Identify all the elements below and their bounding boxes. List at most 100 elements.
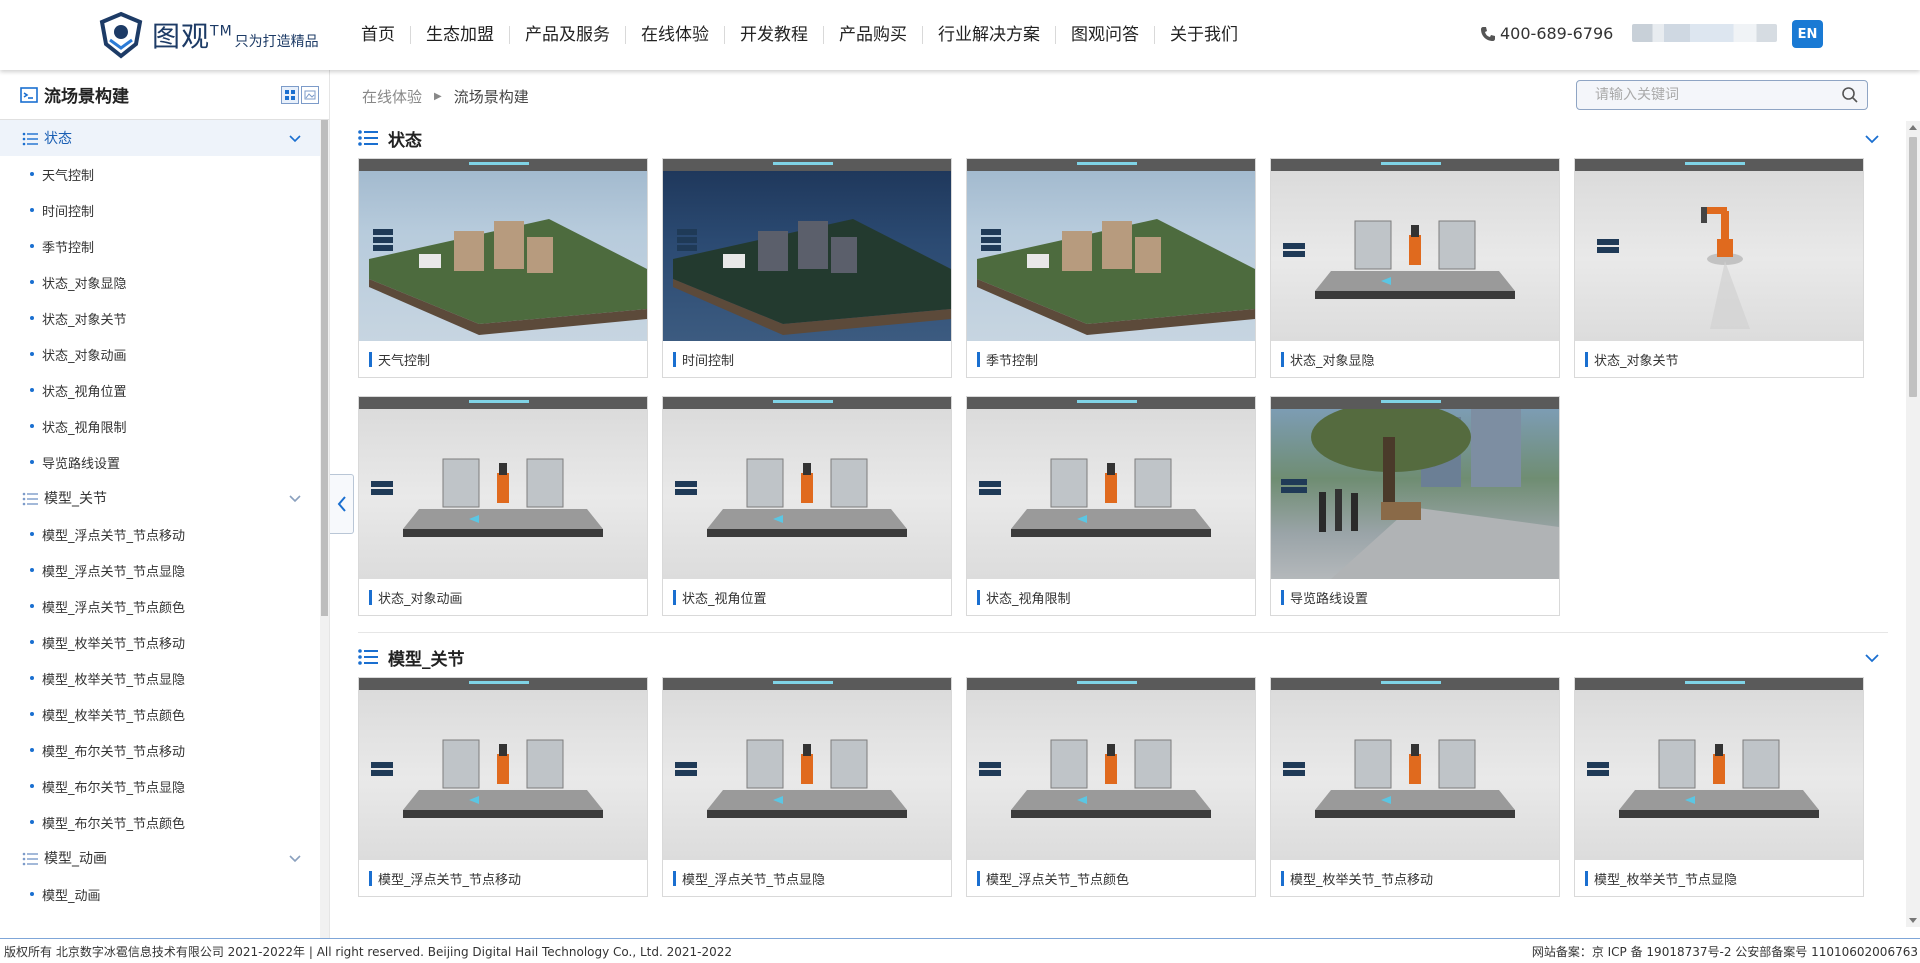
scroll-up-icon[interactable] [1909,125,1917,130]
card-label[interactable]: 模型_浮点关节_节点显隐 [663,860,951,896]
sidebar-item[interactable]: 模型_枚举关节_节点移动 [0,624,320,660]
sidebar-group[interactable]: 状态 [0,120,320,156]
example-card[interactable]: 模型_枚举关节_节点移动 [1270,677,1560,897]
card-label[interactable]: 状态_对象关节 [1575,341,1863,377]
sidebar-item[interactable]: 状态_对象关节 [0,300,320,336]
card-thumbnail[interactable] [663,678,951,860]
card-label[interactable]: 导览路线设置 [1271,579,1559,615]
example-card[interactable]: 时间控制 [662,158,952,378]
chevron-down-icon[interactable] [288,491,302,505]
logo[interactable]: 图观TM 只为打造精品 [96,10,319,60]
sidebar-item[interactable]: 模型_布尔关节_节点颜色 [0,804,320,840]
card-thumbnail[interactable] [663,397,951,579]
sidebar-item[interactable]: 状态_对象显隐 [0,264,320,300]
card-label[interactable]: 模型_枚举关节_节点显隐 [1575,860,1863,896]
card-label[interactable]: 模型_枚举关节_节点移动 [1271,860,1559,896]
sidebar-item[interactable]: 时间控制 [0,192,320,228]
breadcrumb: 在线体验 ▶ 流场景构建 [362,86,529,107]
nav-item-5[interactable]: 产品购买 [824,26,923,44]
sidebar-item[interactable]: 模型_浮点关节_节点颜色 [0,588,320,624]
card-label[interactable]: 时间控制 [663,341,951,377]
sidebar-item[interactable]: 模型_布尔关节_节点显隐 [0,768,320,804]
nav-item-8[interactable]: 关于我们 [1155,26,1253,44]
card-thumbnail[interactable] [1271,678,1559,860]
example-card[interactable]: 状态_对象显隐 [1270,158,1560,378]
card-label[interactable]: 模型_浮点关节_节点移动 [359,860,647,896]
nav-item-1[interactable]: 生态加盟 [411,26,510,44]
card-thumbnail[interactable] [663,159,951,341]
section-header[interactable]: 模型_关节 [358,637,1888,677]
chevron-down-icon[interactable] [288,131,302,145]
sidebar-scrollbar[interactable] [320,120,329,938]
image-view-button[interactable] [301,86,319,104]
card-label[interactable]: 天气控制 [359,341,647,377]
card-label[interactable]: 状态_视角位置 [663,579,951,615]
sidebar-item[interactable]: 模型_浮点关节_节点显隐 [0,552,320,588]
example-card[interactable]: 导览路线设置 [1270,396,1560,616]
card-thumbnail[interactable] [967,159,1255,341]
thumbnail-title-bar [967,159,1255,171]
nav-item-0[interactable]: 首页 [346,26,411,44]
example-card[interactable]: 状态_视角位置 [662,396,952,616]
sidebar-item[interactable]: 导览路线设置 [0,444,320,480]
card-thumbnail[interactable] [967,678,1255,860]
bullet-icon [30,604,34,608]
card-label[interactable]: 模型_浮点关节_节点颜色 [967,860,1255,896]
user-account-area[interactable] [1632,24,1777,42]
card-thumbnail[interactable] [359,678,647,860]
sidebar-item[interactable]: 状态_视角限制 [0,408,320,444]
card-label[interactable]: 状态_对象动画 [359,579,647,615]
sidebar-item[interactable]: 模型_浮点关节_节点移动 [0,516,320,552]
card-thumbnail[interactable] [1575,678,1863,860]
example-card[interactable]: 模型_浮点关节_节点显隐 [662,677,952,897]
card-label[interactable]: 状态_视角限制 [967,579,1255,615]
breadcrumb-parent[interactable]: 在线体验 [362,86,422,107]
sidebar-item[interactable]: 天气控制 [0,156,320,192]
card-thumbnail[interactable] [1575,159,1863,341]
example-card[interactable]: 天气控制 [358,158,648,378]
sidebar-item[interactable]: 模型_布尔关节_节点移动 [0,732,320,768]
bullet-icon [30,424,34,428]
chevron-down-icon[interactable] [288,851,302,865]
card-label[interactable]: 季节控制 [967,341,1255,377]
section-header[interactable]: 状态 [358,118,1888,158]
sidebar-group[interactable]: 模型_动画 [0,840,320,876]
grid-view-button[interactable] [281,86,299,104]
language-en-button[interactable]: EN [1792,20,1823,48]
sidebar-item[interactable]: 状态_对象动画 [0,336,320,372]
sidebar-item[interactable]: 模型_枚举关节_节点颜色 [0,696,320,732]
example-card[interactable]: 模型_枚举关节_节点显隐 [1574,677,1864,897]
sidebar-item[interactable]: 模型_枚举关节_节点显隐 [0,660,320,696]
example-card[interactable]: 状态_对象动画 [358,396,648,616]
sidebar-item[interactable]: 模型_动画 [0,876,320,912]
nav-item-3[interactable]: 在线体验 [626,26,725,44]
sidebar-group[interactable]: 模型_关节 [0,480,320,516]
sidebar-item[interactable]: 季节控制 [0,228,320,264]
nav-item-7[interactable]: 图观问答 [1056,26,1155,44]
chevron-down-icon[interactable] [1864,131,1880,147]
example-card[interactable]: 状态_视角限制 [966,396,1256,616]
nav-item-6[interactable]: 行业解决方案 [923,26,1056,44]
example-card[interactable]: 模型_浮点关节_节点移动 [358,677,648,897]
sidebar-item[interactable]: 状态_视角位置 [0,372,320,408]
example-card[interactable]: 状态_对象关节 [1574,158,1864,378]
scroll-down-icon[interactable] [1909,918,1917,923]
sidebar-collapse-button[interactable] [330,474,354,534]
card-thumbnail[interactable] [359,397,647,579]
nav-item-2[interactable]: 产品及服务 [510,26,626,44]
search-input[interactable] [1595,87,1841,103]
thumbnail-title-bar [359,678,647,690]
card-thumbnail[interactable] [1271,397,1559,579]
main-scroll-thumb[interactable] [1909,137,1917,397]
search-icon[interactable] [1841,86,1859,104]
chevron-down-icon[interactable] [1864,650,1880,666]
example-card[interactable]: 模型_浮点关节_节点颜色 [966,677,1256,897]
nav-item-4[interactable]: 开发教程 [725,26,824,44]
card-label[interactable]: 状态_对象显隐 [1271,341,1559,377]
card-thumbnail[interactable] [967,397,1255,579]
main-scrollbar[interactable] [1906,121,1920,927]
card-thumbnail[interactable] [359,159,647,341]
sidebar-scroll-thumb[interactable] [321,120,328,616]
card-thumbnail[interactable] [1271,159,1559,341]
example-card[interactable]: 季节控制 [966,158,1256,378]
